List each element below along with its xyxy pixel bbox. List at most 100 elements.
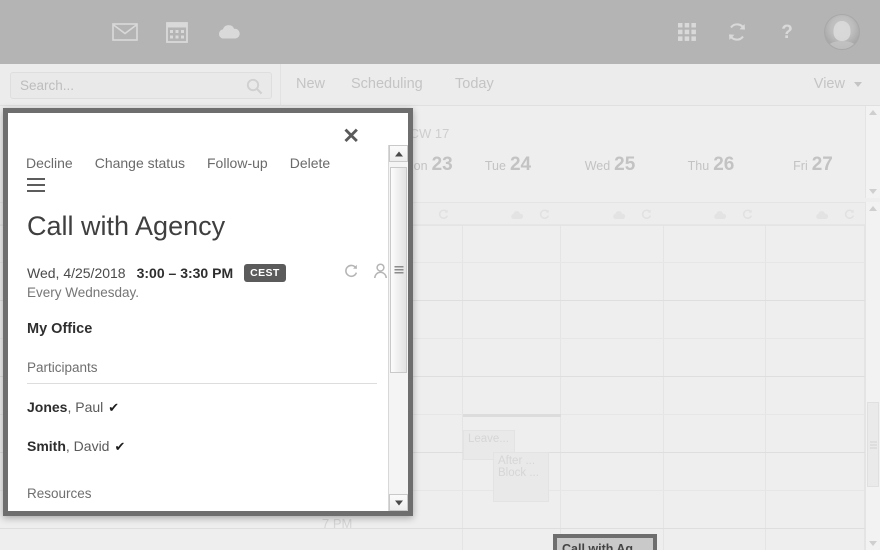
refresh-icon — [437, 207, 449, 225]
participant-first-name: David — [73, 438, 110, 454]
search-icon[interactable] — [246, 78, 263, 100]
day-number: 26 — [713, 154, 735, 175]
chevron-down-icon — [854, 81, 862, 87]
popup-scrollbar-thumb[interactable] — [390, 167, 407, 373]
today-button[interactable]: Today — [455, 76, 494, 92]
day-header-wed[interactable]: Wed 25 — [560, 154, 660, 176]
follow-up-button[interactable]: Follow-up — [207, 155, 268, 171]
calendar-icon[interactable] — [164, 19, 190, 45]
svg-text:?: ? — [781, 22, 793, 43]
calendar-week-number: CW 17 — [409, 126, 450, 141]
toolbar: Search... New Scheduling Today View — [0, 64, 880, 106]
avatar-shoulders — [827, 41, 857, 49]
chevron-down-icon — [394, 500, 403, 505]
refresh-icon — [843, 207, 855, 225]
background-event-line: After ... — [498, 455, 536, 467]
recurrence-rule: Every Wednesday. — [27, 285, 140, 300]
selected-event-call-with-agency[interactable]: Call with Ag... — [553, 534, 657, 550]
hamburger-menu-icon[interactable] — [27, 178, 45, 192]
scrollbar-grip — [870, 441, 877, 448]
accepted-check-icon: ✔ — [108, 400, 120, 415]
delete-button[interactable]: Delete — [290, 155, 330, 171]
scrollbar-thumb[interactable] — [867, 402, 879, 487]
scrollbar-grip — [394, 266, 403, 274]
app-grid-icon[interactable] — [674, 19, 700, 45]
allday-scrollbar[interactable] — [865, 106, 880, 198]
day-header-tue[interactable]: Tue 24 — [458, 154, 558, 176]
cloud-icon — [713, 207, 727, 225]
help-icon[interactable]: ? — [774, 19, 800, 45]
refresh-icon — [741, 207, 753, 225]
day-number: 24 — [509, 154, 532, 175]
scheduling-button[interactable]: Scheduling — [351, 76, 423, 92]
day-weekday: Wed — [584, 159, 611, 173]
appointment-title: Call with Agency — [27, 211, 226, 241]
view-dropdown[interactable]: View — [814, 76, 862, 92]
appointment-meta-icons — [343, 263, 388, 284]
time-label-7pm: 7 PM — [322, 516, 353, 531]
decline-button[interactable]: Decline — [26, 155, 73, 171]
participant-last-name: Smith — [27, 438, 66, 454]
accepted-check-icon: ✔ — [114, 439, 126, 454]
scroll-down-arrow[interactable] — [869, 541, 877, 546]
participant-row[interactable]: Smith, David ✔ — [27, 438, 125, 455]
participants-section-header: Participants — [27, 360, 377, 384]
calendar-app-window: ? Search... New Scheduling Today View CW… — [0, 0, 880, 550]
avatar-face — [833, 20, 851, 41]
appointment-location: My Office — [27, 321, 93, 337]
toolbar-divider — [280, 64, 281, 106]
appointment-date: Wed, 4/25/2018 — [27, 265, 126, 281]
day-number: 23 — [431, 154, 453, 175]
participant-row[interactable]: Jones, Paul ✔ — [27, 399, 119, 416]
popup-scrollbar[interactable] — [388, 145, 408, 511]
grid-hour-line — [0, 528, 880, 529]
cloud-icon[interactable] — [216, 19, 242, 45]
popup-action-bar: Decline Change status Follow-up Delete — [26, 155, 330, 171]
header-right-controls: ? — [674, 0, 860, 64]
mail-icon[interactable] — [112, 19, 138, 45]
day-header-thu[interactable]: Thu 26 — [661, 154, 761, 176]
appointment-time: 3:00 – 3:30 PM — [136, 265, 234, 281]
popup-content: ✕ Decline Change status Follow-up Delete… — [8, 113, 390, 511]
day-number: 25 — [614, 154, 636, 175]
app-launcher-icons — [112, 0, 242, 64]
person-icon[interactable] — [373, 263, 388, 284]
scroll-up-arrow[interactable] — [869, 110, 877, 115]
appointment-detail-popup: ✕ Decline Change status Follow-up Delete… — [3, 108, 413, 516]
search-placeholder: Search... — [20, 78, 75, 93]
scroll-up-arrow[interactable] — [869, 206, 877, 211]
search-input[interactable]: Search... — [10, 72, 272, 99]
refresh-icon — [538, 207, 550, 225]
close-icon[interactable]: ✕ — [342, 126, 360, 147]
grid-column-divider — [765, 224, 766, 550]
participant-first-name: Paul — [75, 399, 104, 415]
cloud-icon — [612, 207, 626, 225]
cloud-icon — [510, 207, 524, 225]
hamburger-line — [27, 184, 45, 186]
cloud-icon — [815, 207, 829, 225]
hamburger-line — [27, 178, 45, 180]
all-day-marker — [463, 414, 561, 417]
resources-section-header: Resources — [27, 486, 92, 501]
day-weekday: Fri — [793, 159, 808, 173]
day-header-fri[interactable]: Fri 27 — [763, 154, 863, 176]
new-button[interactable]: New — [296, 76, 325, 92]
timezone-badge: CEST — [244, 264, 286, 282]
refresh-icon[interactable] — [724, 19, 750, 45]
recurrence-icon[interactable] — [343, 263, 359, 284]
popup-scroll-down-button[interactable] — [389, 494, 408, 511]
participant-separator: , — [65, 438, 74, 454]
avatar[interactable] — [824, 14, 860, 50]
top-header-bar: ? — [0, 0, 880, 64]
calendar-scrollbar[interactable] — [865, 202, 880, 550]
popup-scroll-up-button[interactable] — [389, 145, 408, 162]
scroll-down-arrow[interactable] — [869, 189, 877, 194]
participant-last-name: Jones — [27, 399, 68, 415]
selected-event-title: Call with Ag... — [557, 538, 653, 550]
day-weekday: Tue — [484, 159, 506, 173]
background-event[interactable]: After ... Block ... — [493, 452, 549, 502]
chevron-up-icon — [394, 151, 403, 156]
change-status-button[interactable]: Change status — [95, 155, 185, 171]
hamburger-line — [27, 190, 45, 192]
grid-column-divider — [560, 224, 561, 550]
